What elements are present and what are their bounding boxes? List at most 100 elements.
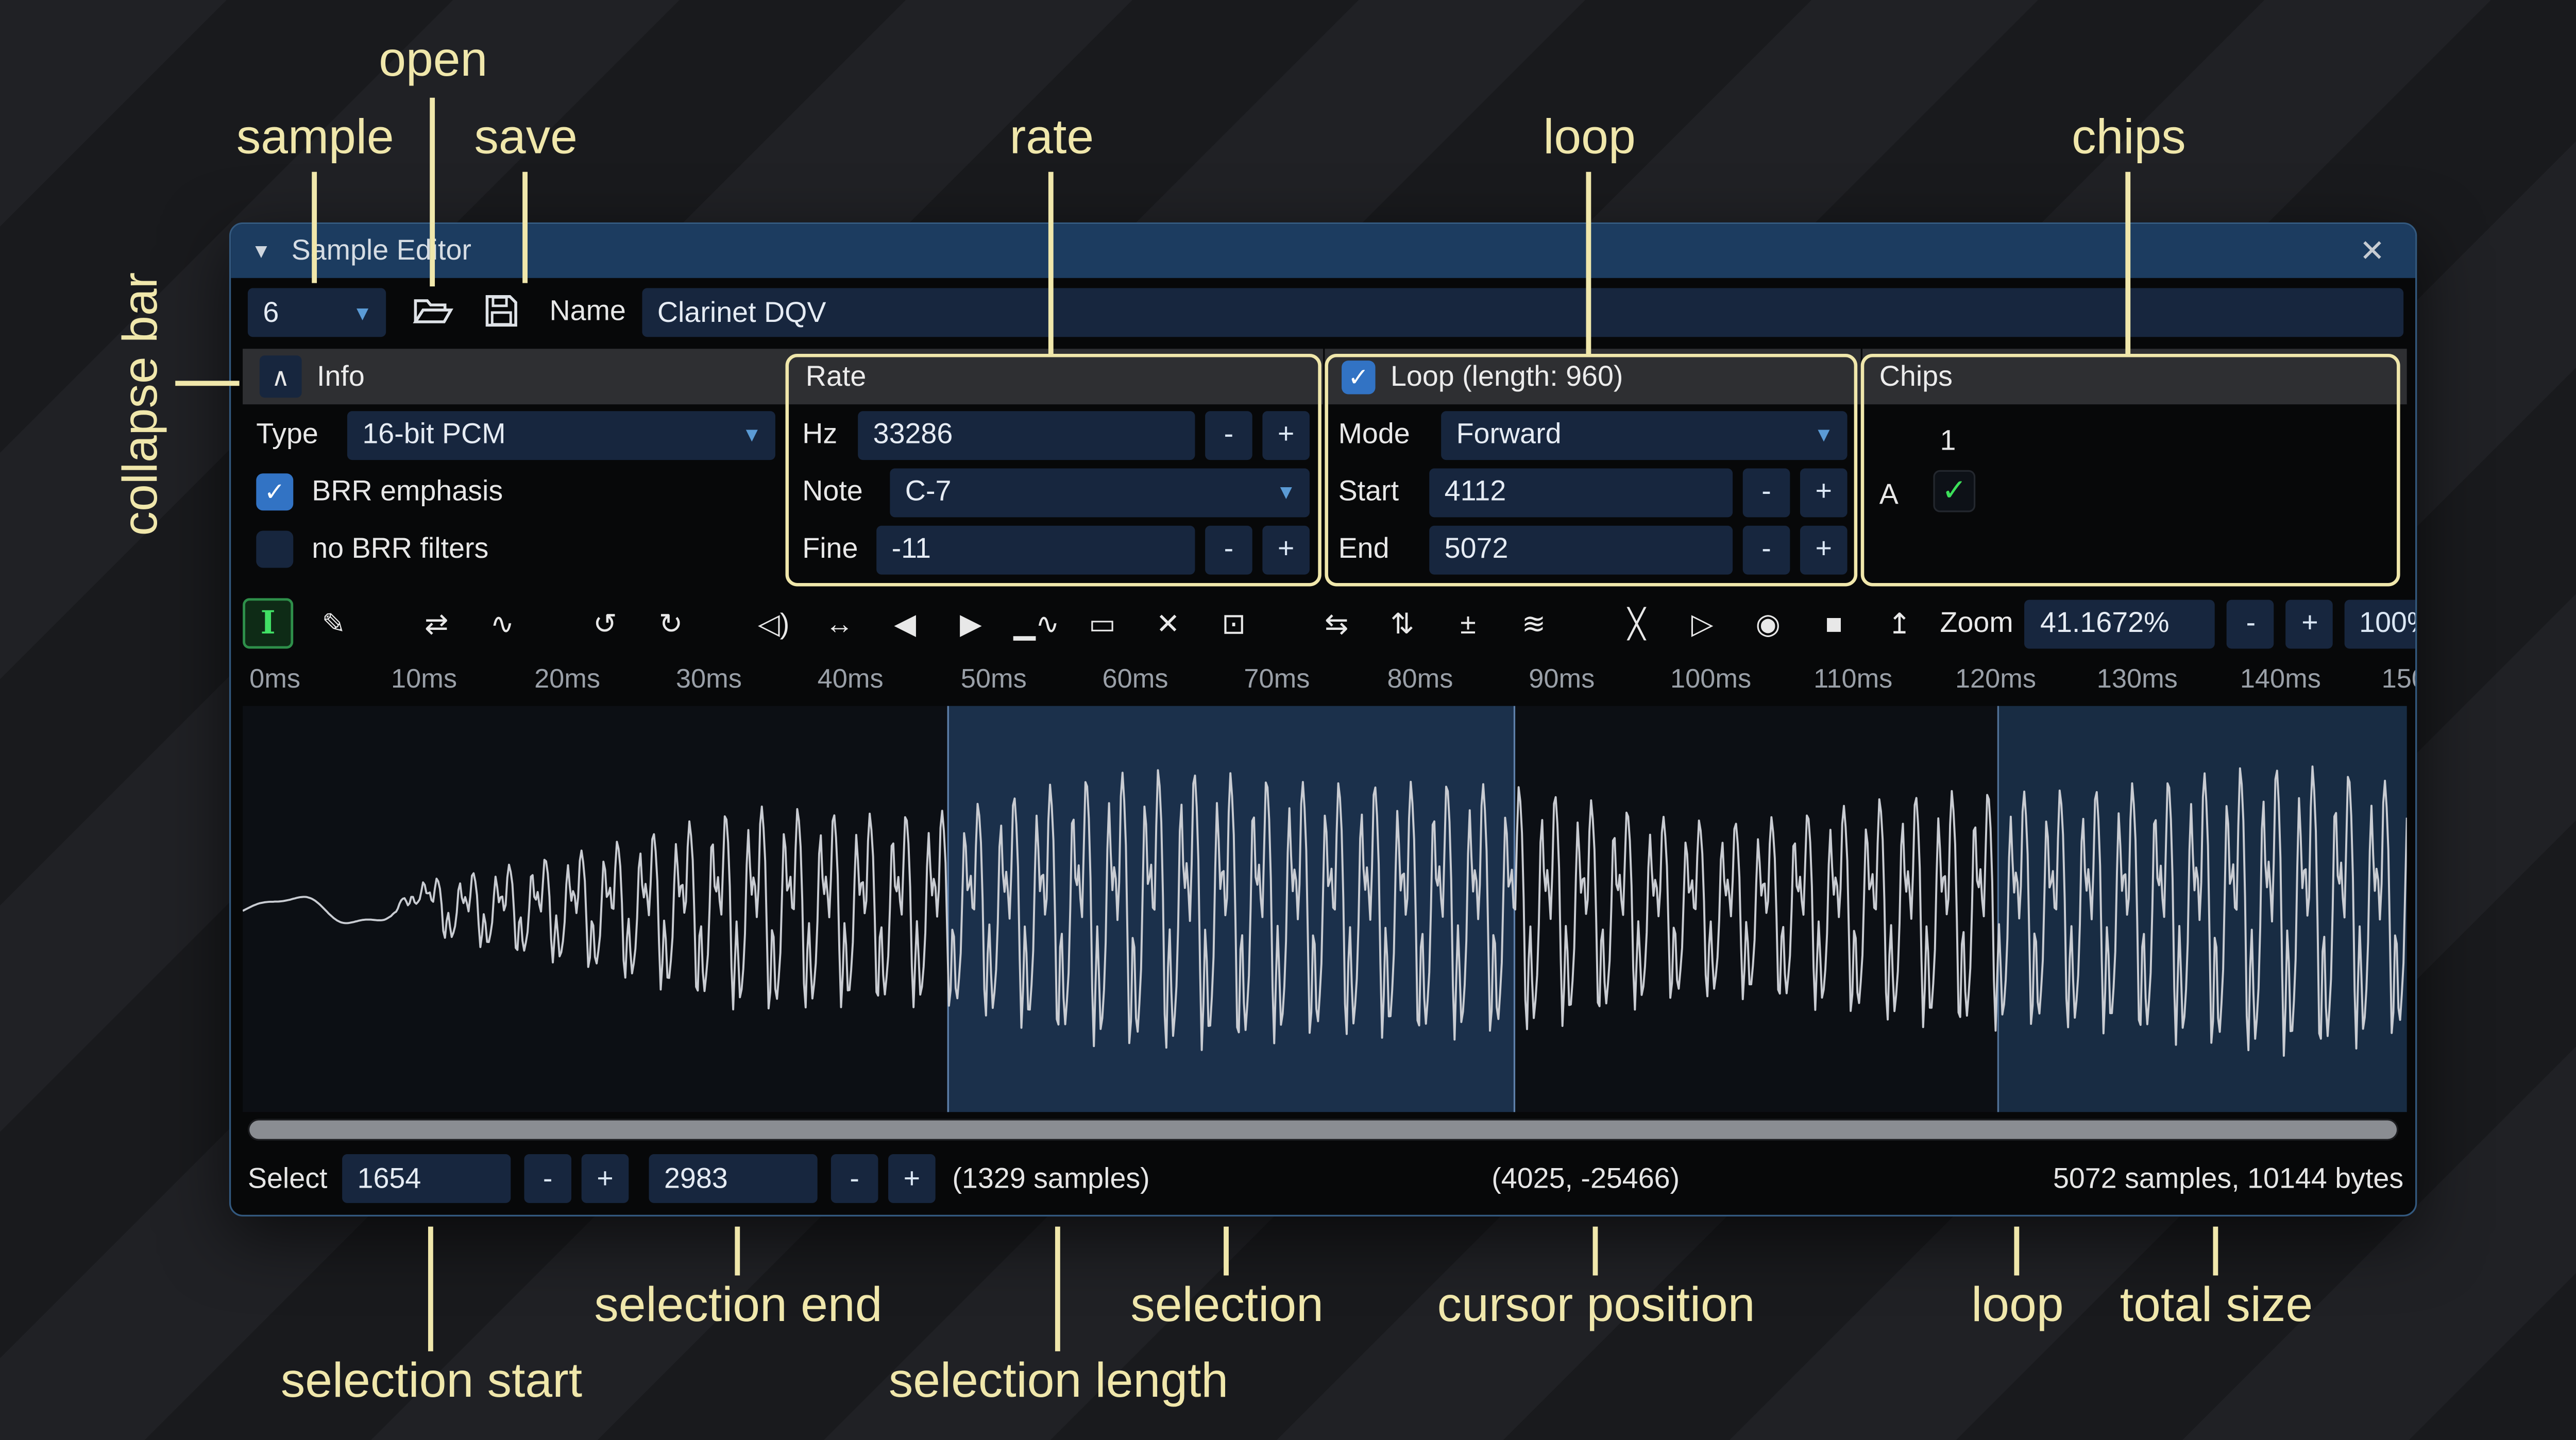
no-brr-filters-checkbox[interactable] <box>256 531 293 568</box>
ruler-tick: 40ms <box>818 665 884 696</box>
annotation-selection-start-label: selection start <box>281 1355 582 1410</box>
filter-icon: ≋ <box>1522 609 1546 638</box>
zoom-reset-button[interactable]: 100% <box>2345 599 2417 648</box>
delete-icon: ✕ <box>1156 609 1180 638</box>
zoom-input[interactable]: 41.1672% <box>2025 599 2216 648</box>
sample-selector[interactable]: 6 ▼ <box>248 288 386 337</box>
amplify-button[interactable]: ◁) <box>749 598 799 648</box>
invert-button[interactable]: ⇅ <box>1377 598 1428 648</box>
selection-start-increment-button[interactable]: + <box>582 1154 629 1203</box>
info-section: ∧ Info Type 16-bit PCM ▼ ✓ BRR emphasis <box>243 349 789 588</box>
select-mode-icon: I <box>261 607 276 639</box>
resize-icon: ⇄ <box>425 609 449 638</box>
sign-icon: ± <box>1460 609 1476 638</box>
folder-open-icon <box>413 295 454 332</box>
brr-emphasis-checkbox[interactable]: ✓ <box>256 473 293 510</box>
reverse-icon: ⇆ <box>1325 609 1349 638</box>
create-instrument-button[interactable]: ↥ <box>1874 598 1925 648</box>
annotation-line-sample <box>312 172 317 283</box>
zoom-controls: Zoom 41.1672% - + 100% <box>1940 599 2417 648</box>
preview-button[interactable]: ▷ <box>1677 598 1727 648</box>
save-button[interactable] <box>473 288 528 338</box>
ruler-tick: 80ms <box>1387 665 1453 696</box>
info-section-header[interactable]: ∧ Info <box>243 349 789 404</box>
annotation-box-rate <box>786 354 1321 586</box>
name-input[interactable]: Clarinet DQV <box>642 288 2403 337</box>
annotation-chips-label: chips <box>2072 111 2185 167</box>
reverse-button[interactable]: ⇆ <box>1311 598 1362 648</box>
stop-button[interactable]: ■ <box>1808 598 1859 648</box>
info-collapse-button[interactable]: ∧ <box>260 355 302 398</box>
annotation-selection-end-label: selection end <box>594 1279 882 1334</box>
zoom-in-button[interactable]: + <box>2286 599 2334 648</box>
window-title: Sample Editor <box>292 234 471 268</box>
selection-end-input[interactable]: 2983 <box>649 1154 818 1203</box>
close-button[interactable]: ✕ <box>2349 232 2395 270</box>
apply-silence-button[interactable]: ▭ <box>1077 598 1127 648</box>
ruler-tick: 150ms <box>2382 665 2417 696</box>
stage-background: open sample save rate loop chips collaps… <box>0 0 2576 1440</box>
fade-in-button[interactable]: ◀ <box>880 598 930 648</box>
insert-silence-icon: ▁∿ <box>1013 609 1059 638</box>
annotation-line-cursor-position <box>1593 1227 1598 1276</box>
draw-mode-icon: ✎ <box>321 609 346 638</box>
ruler-tick: 10ms <box>391 665 457 696</box>
undo-icon: ↺ <box>593 609 617 638</box>
brr-emphasis-label: BRR emphasis <box>312 475 503 509</box>
screenshot-root: open sample save rate loop chips collaps… <box>0 0 2576 1440</box>
annotation-line-total-size <box>2213 1227 2218 1276</box>
floppy-disk-icon <box>483 293 518 334</box>
resample-button[interactable]: ∿ <box>477 598 528 648</box>
ruler-tick: 130ms <box>2097 665 2178 696</box>
sign-button[interactable]: ± <box>1443 598 1493 648</box>
undo-button[interactable]: ↺ <box>580 598 630 648</box>
annotation-collapse-bar-label: collapse bar <box>114 249 170 536</box>
fade-out-button[interactable]: ▶ <box>945 598 996 648</box>
annotation-open-label: open <box>379 33 487 89</box>
type-label: Type <box>256 418 337 451</box>
insert-silence-button[interactable]: ▁∿ <box>1011 598 1062 648</box>
crossfade-button[interactable]: ╳ <box>1612 598 1662 648</box>
play-button[interactable]: ◉ <box>1743 598 1793 648</box>
annotation-line-chips <box>2125 172 2130 354</box>
selection-end-decrement-button[interactable]: - <box>831 1154 878 1203</box>
draw-mode-button[interactable]: ✎ <box>309 598 359 648</box>
chevron-down-icon: ▼ <box>728 423 775 447</box>
selection-start-input[interactable]: 1654 <box>342 1154 511 1203</box>
resample-icon: ∿ <box>490 609 515 638</box>
invert-icon: ⇅ <box>1391 609 1415 638</box>
selection-end-increment-button[interactable]: + <box>888 1154 936 1203</box>
redo-button[interactable]: ↻ <box>646 598 696 648</box>
selection-length-text: (1329 samples) <box>952 1162 1149 1196</box>
ruler-tick: 90ms <box>1529 665 1595 696</box>
ruler-tick: 70ms <box>1244 665 1310 696</box>
preview-icon: ▷ <box>1691 609 1714 638</box>
zoom-out-button[interactable]: - <box>2227 599 2275 648</box>
ruler-tick: 0ms <box>249 665 300 696</box>
type-select[interactable]: 16-bit PCM ▼ <box>347 410 775 459</box>
waveform-scrollbar[interactable] <box>248 1119 2398 1141</box>
filter-button[interactable]: ≋ <box>1509 598 1559 648</box>
selection-start-decrement-button[interactable]: - <box>524 1154 571 1203</box>
resize-button[interactable]: ⇄ <box>411 598 462 648</box>
no-brr-filters-label: no BRR filters <box>312 533 488 566</box>
annotation-line-loop <box>1586 172 1591 354</box>
trim-button[interactable]: ⊡ <box>1209 598 1259 648</box>
window-titlebar[interactable]: ▼ Sample Editor ✕ <box>231 224 2415 278</box>
apply-silence-icon: ▭ <box>1089 609 1116 638</box>
select-mode-button[interactable]: I <box>243 598 293 648</box>
annotation-rate-label: rate <box>1010 111 1094 167</box>
trim-icon: ⊡ <box>1222 609 1246 638</box>
annotation-loop-bottom-label: loop <box>1971 1279 2063 1334</box>
waveform-view[interactable] <box>243 706 2407 1112</box>
sample-toolbar: I ✎ ⇄ ∿ ↺ ↻ ◁) ↔ ◀ ▶ ▁∿ ▭ ✕ ⊡ ⇆ ⇅ ± ≋ ╳ … <box>231 595 2415 652</box>
window-collapse-icon[interactable]: ▼ <box>251 239 271 263</box>
total-size-text: 5072 samples, 10144 bytes <box>2053 1162 2403 1196</box>
normalize-button[interactable]: ↔ <box>814 598 865 648</box>
waveform-scrollbar-thumb[interactable] <box>249 1121 2397 1139</box>
chevron-down-icon: ▼ <box>339 301 386 324</box>
play-icon: ◉ <box>1756 609 1781 638</box>
open-button[interactable] <box>406 288 460 338</box>
name-row: 6 ▼ Na <box>231 285 2415 342</box>
delete-button[interactable]: ✕ <box>1143 598 1193 648</box>
